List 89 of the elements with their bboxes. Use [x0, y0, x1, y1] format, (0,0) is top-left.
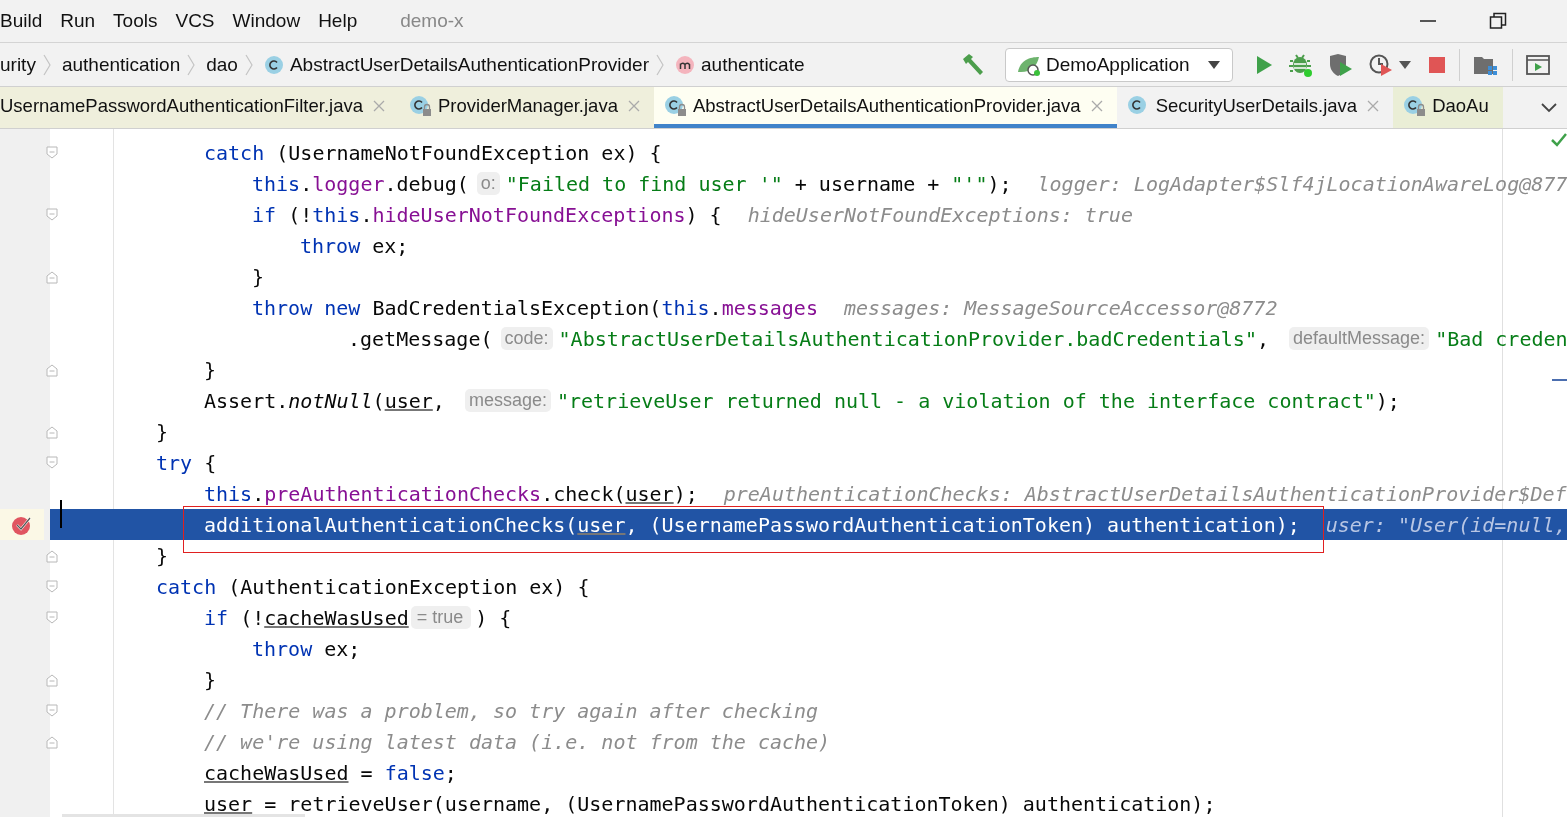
menu-item[interactable]: Window	[223, 10, 310, 32]
code-text: if (!this.hideUserNotFoundExceptions) {	[252, 202, 722, 227]
run-icon[interactable]	[1254, 53, 1274, 76]
code-text: "retrieveUser returned null - a violation of the interface contract");	[556, 388, 1400, 413]
code-text: if (!cacheWasUsed	[204, 605, 409, 630]
code-text: catch (AuthenticationException ex) {	[156, 574, 590, 599]
editor-tab[interactable]: DaoAu	[1393, 87, 1503, 128]
editor-tab[interactable]: UsernamePasswordAuthenticationFilter.java	[0, 87, 399, 128]
code-text: }	[204, 667, 217, 692]
code-text: user = retrieveUser(username, (UsernamePasswordAuthenticationToken) authentication);	[204, 791, 1216, 816]
inline-debug-value: user: "User(id=null,	[1325, 512, 1567, 537]
close-icon[interactable]	[627, 99, 640, 112]
fold-marker-icon[interactable]	[46, 703, 58, 718]
code-text: throw new BadCredentialsException(this.messages	[252, 295, 818, 320]
code-text: "AbstractUserDetailsAuthenticationProvider.badCredentials",	[558, 326, 1270, 351]
checkmark-icon	[1551, 133, 1567, 147]
code-text: catch (UsernameNotFoundException ex) {	[204, 140, 662, 165]
fold-marker-icon[interactable]	[46, 145, 58, 160]
restore-icon[interactable]	[1489, 12, 1507, 30]
fold-marker-icon[interactable]	[46, 269, 58, 284]
code-text: }	[156, 543, 169, 568]
fold-marker-icon[interactable]	[46, 672, 58, 687]
param-hint: defaultMessage:	[1289, 327, 1430, 350]
fold-marker-icon[interactable]	[46, 579, 58, 594]
clock-run-icon[interactable]	[1368, 52, 1394, 77]
chevron-down-icon[interactable]	[1541, 102, 1557, 113]
breadcrumb-item[interactable]: urity	[0, 53, 36, 76]
breadcrumb-item[interactable]: dao	[206, 53, 238, 76]
param-hint: message:	[464, 389, 551, 412]
close-icon[interactable]	[1090, 99, 1103, 112]
editor-tab[interactable]: ProviderManager.java	[399, 87, 654, 128]
menu-item[interactable]: Run	[51, 10, 105, 32]
code-text: throw ex;	[252, 636, 361, 661]
code-text: this.preAuthenticationChecks.check(user);	[204, 481, 698, 506]
inline-debug-value: logger: LogAdapter$Slf4jLocationAwareLog@877	[1037, 171, 1567, 196]
fold-marker-icon[interactable]	[46, 424, 58, 439]
method-icon	[675, 54, 695, 75]
breadcrumb-item[interactable]: authenticate	[701, 53, 805, 76]
inline-debug-value: hideUserNotFoundExceptions: true	[747, 202, 1133, 227]
editor-tab[interactable]: AbstractUserDetailsAuthenticationProvider.java	[653, 87, 1117, 128]
code-text: .getMessage(	[348, 326, 493, 351]
code-text: cacheWasUsed = false;	[204, 760, 457, 785]
param-hint: code:	[500, 327, 553, 350]
code-text: "Failed to find user '" + username + "'");	[505, 171, 1012, 196]
project-name: demo-x	[400, 10, 464, 32]
code-text: }	[252, 264, 265, 289]
scroll-marker	[1552, 379, 1567, 381]
code-comment: // There was a problem, so try again after checking	[204, 698, 819, 723]
breadcrumb-item[interactable]: AbstractUserDetailsAuthenticationProvider	[289, 53, 649, 76]
menu-item[interactable]: Help	[309, 10, 367, 32]
text-cursor	[60, 499, 62, 528]
fold-marker-icon[interactable]	[46, 548, 58, 563]
value-hint: = true	[410, 606, 472, 629]
param-hint: o:	[476, 172, 500, 195]
code-text: }	[156, 419, 169, 444]
fold-marker-icon[interactable]	[46, 362, 58, 377]
inline-debug-value: preAuthenticationChecks: AbstractUserDetailsAuthenticationProvider$Def	[723, 481, 1567, 506]
chevron-icon	[655, 53, 665, 76]
code-text: this.logger.debug(	[252, 171, 469, 196]
class-icon	[263, 54, 284, 75]
shield-run-icon[interactable]	[1328, 52, 1354, 77]
breadcrumb-item[interactable]: authentication	[61, 53, 181, 76]
code-comment: // we're using latest data (i.e. not from the cache)	[204, 729, 831, 754]
fold-marker-icon[interactable]	[46, 734, 58, 749]
chevron-icon	[41, 53, 52, 76]
menu-item[interactable]: Build	[0, 10, 52, 32]
chevron-icon	[243, 53, 254, 76]
stop-icon[interactable]	[1428, 55, 1446, 74]
code-text: throw ex;	[300, 233, 409, 258]
code-text: try {	[156, 450, 217, 475]
inline-debug-value: messages: MessageSourceAccessor@8772	[843, 295, 1278, 320]
code-text: ) {	[475, 605, 512, 630]
caret-icon[interactable]	[1399, 60, 1411, 69]
menu-item[interactable]: Tools	[104, 10, 167, 32]
code-text: }	[204, 357, 217, 382]
caret-icon	[1208, 60, 1220, 69]
code-text: "Bad creden	[1435, 326, 1567, 351]
close-icon[interactable]	[1367, 99, 1380, 112]
fold-marker-icon[interactable]	[46, 610, 58, 625]
hammer-icon[interactable]	[960, 52, 986, 77]
code-text: additionalAuthenticationChecks(user, (UsernamePasswordAuthenticationToken) authentication);	[204, 512, 1300, 537]
screen-run-icon[interactable]	[1526, 53, 1550, 76]
fold-marker-icon[interactable]	[46, 207, 58, 222]
menu-item[interactable]: VCS	[166, 10, 224, 32]
fold-marker-icon[interactable]	[46, 455, 58, 470]
close-icon[interactable]	[373, 99, 385, 112]
code-text: Assert.notNull(user,	[204, 388, 446, 413]
chevron-icon	[186, 53, 197, 76]
run-configuration-dropdown[interactable]: DemoApplication	[1005, 47, 1233, 82]
